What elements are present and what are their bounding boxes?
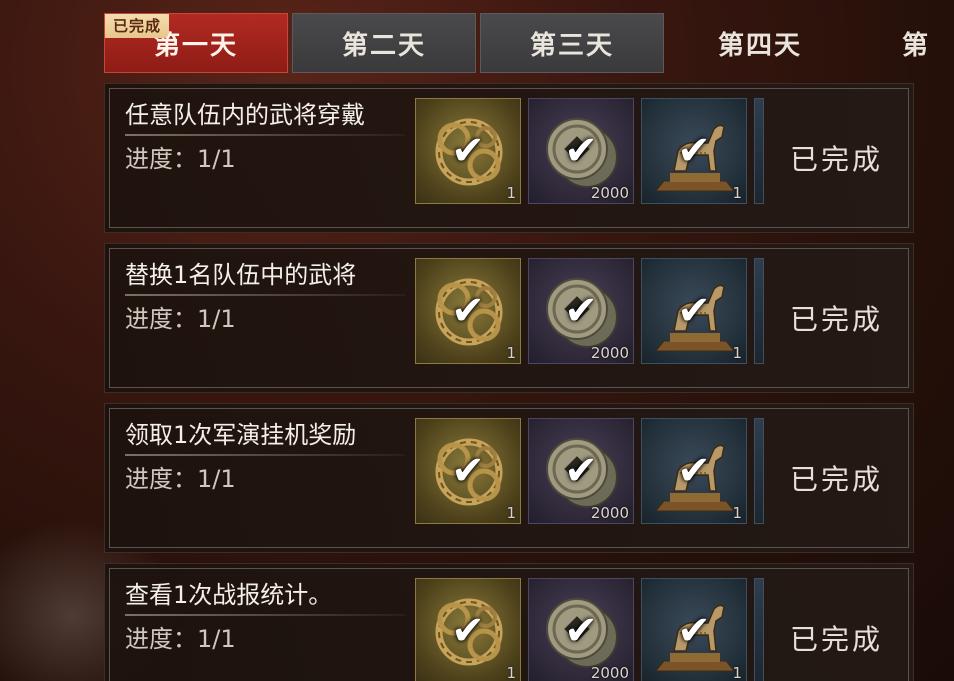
checkmark-icon: ✔ <box>564 128 598 174</box>
reward-quantity: 2000 <box>590 504 629 522</box>
reward-item[interactable]: ✔ 1 <box>641 418 747 524</box>
reward-quantity: 1 <box>732 344 742 362</box>
day-tabs: 第一天 已完成 第二天 第三天 第四天 第 <box>104 13 954 73</box>
task-progress: 进度：1/1 <box>125 145 236 173</box>
reward-list: ✔ 1 ✔ 2000 ✔ 1 <box>415 418 765 524</box>
reward-quantity: 1 <box>732 504 742 522</box>
task-divider <box>125 614 405 616</box>
tab-day-5[interactable]: 第 <box>856 13 954 73</box>
checkmark-icon: ✔ <box>451 608 485 654</box>
reward-list: ✔ 1 ✔ 2000 ✔ 1 <box>415 258 765 364</box>
reward-item[interactable]: ✔ 2000 <box>528 418 634 524</box>
reward-item[interactable]: ✔ 1 <box>415 578 521 681</box>
checkmark-icon: ✔ <box>564 288 598 334</box>
reward-quantity: 2000 <box>590 344 629 362</box>
task-title: 任意队伍内的武将穿戴 <box>125 101 365 129</box>
checkmark-icon: ✔ <box>451 128 485 174</box>
checkmark-icon: ✔ <box>564 448 598 494</box>
reward-item[interactable]: ✔ 1 <box>415 98 521 204</box>
task-title: 查看1次战报统计。 <box>125 581 333 609</box>
task-title: 替换1名队伍中的武将 <box>125 261 357 289</box>
task-progress: 进度：1/1 <box>125 305 236 333</box>
tab-label: 第二天 <box>341 30 426 61</box>
task-row: 替换1名队伍中的武将 进度：1/1 ✔ 1 ✔ 2000 ✔ 1 已完成 <box>104 243 914 393</box>
task-title: 领取1次军演挂机奖励 <box>125 421 357 449</box>
reward-list: ✔ 1 ✔ 2000 ✔ 1 <box>415 578 765 681</box>
reward-quantity: 1 <box>506 504 516 522</box>
checkmark-icon: ✔ <box>677 288 711 334</box>
tab-label: 第三天 <box>529 30 614 61</box>
checkmark-icon: ✔ <box>677 608 711 654</box>
checkmark-icon: ✔ <box>677 128 711 174</box>
checkmark-icon: ✔ <box>451 288 485 334</box>
reward-item[interactable]: ✔ 2000 <box>528 98 634 204</box>
tab-label: 第四天 <box>717 30 802 61</box>
reward-list: ✔ 1 ✔ 2000 ✔ 1 <box>415 98 765 204</box>
reward-quantity: 1 <box>732 184 742 202</box>
task-status: 已完成 <box>789 303 883 336</box>
task-row: 领取1次军演挂机奖励 进度：1/1 ✔ 1 ✔ 2000 ✔ 1 已完成 <box>104 403 914 553</box>
reward-item-partial <box>754 98 764 204</box>
task-status: 已完成 <box>789 143 883 176</box>
reward-quantity: 1 <box>506 664 516 681</box>
reward-item[interactable]: ✔ 2000 <box>528 258 634 364</box>
task-progress: 进度：1/1 <box>125 625 236 653</box>
reward-item[interactable]: ✔ 1 <box>415 418 521 524</box>
reward-item-partial <box>754 418 764 524</box>
tab-label: 第 <box>902 30 931 61</box>
tab-day-2[interactable]: 第二天 <box>292 13 476 73</box>
checkmark-icon: ✔ <box>564 608 598 654</box>
reward-quantity: 2000 <box>590 184 629 202</box>
completed-badge: 已完成 <box>105 14 170 38</box>
reward-item[interactable]: ✔ 1 <box>415 258 521 364</box>
reward-quantity: 1 <box>732 664 742 681</box>
task-row: 任意队伍内的武将穿戴 进度：1/1 ✔ 1 ✔ 2000 ✔ 1 已完成 <box>104 83 914 233</box>
reward-item[interactable]: ✔ 1 <box>641 98 747 204</box>
task-progress: 进度：1/1 <box>125 465 236 493</box>
tab-day-4[interactable]: 第四天 <box>668 13 852 73</box>
reward-item-partial <box>754 578 764 681</box>
task-divider <box>125 134 405 136</box>
reward-quantity: 1 <box>506 344 516 362</box>
task-row: 查看1次战报统计。 进度：1/1 ✔ 1 ✔ 2000 ✔ 1 已完成 <box>104 563 914 681</box>
reward-quantity: 2000 <box>590 664 629 681</box>
task-status: 已完成 <box>789 623 883 656</box>
task-divider <box>125 294 405 296</box>
checkmark-icon: ✔ <box>677 448 711 494</box>
reward-quantity: 1 <box>506 184 516 202</box>
tab-day-1[interactable]: 第一天 已完成 <box>104 13 288 73</box>
tab-day-3[interactable]: 第三天 <box>480 13 664 73</box>
reward-item[interactable]: ✔ 2000 <box>528 578 634 681</box>
reward-item[interactable]: ✔ 1 <box>641 258 747 364</box>
checkmark-icon: ✔ <box>451 448 485 494</box>
reward-item[interactable]: ✔ 1 <box>641 578 747 681</box>
task-divider <box>125 454 405 456</box>
task-status: 已完成 <box>789 463 883 496</box>
reward-item-partial <box>754 258 764 364</box>
